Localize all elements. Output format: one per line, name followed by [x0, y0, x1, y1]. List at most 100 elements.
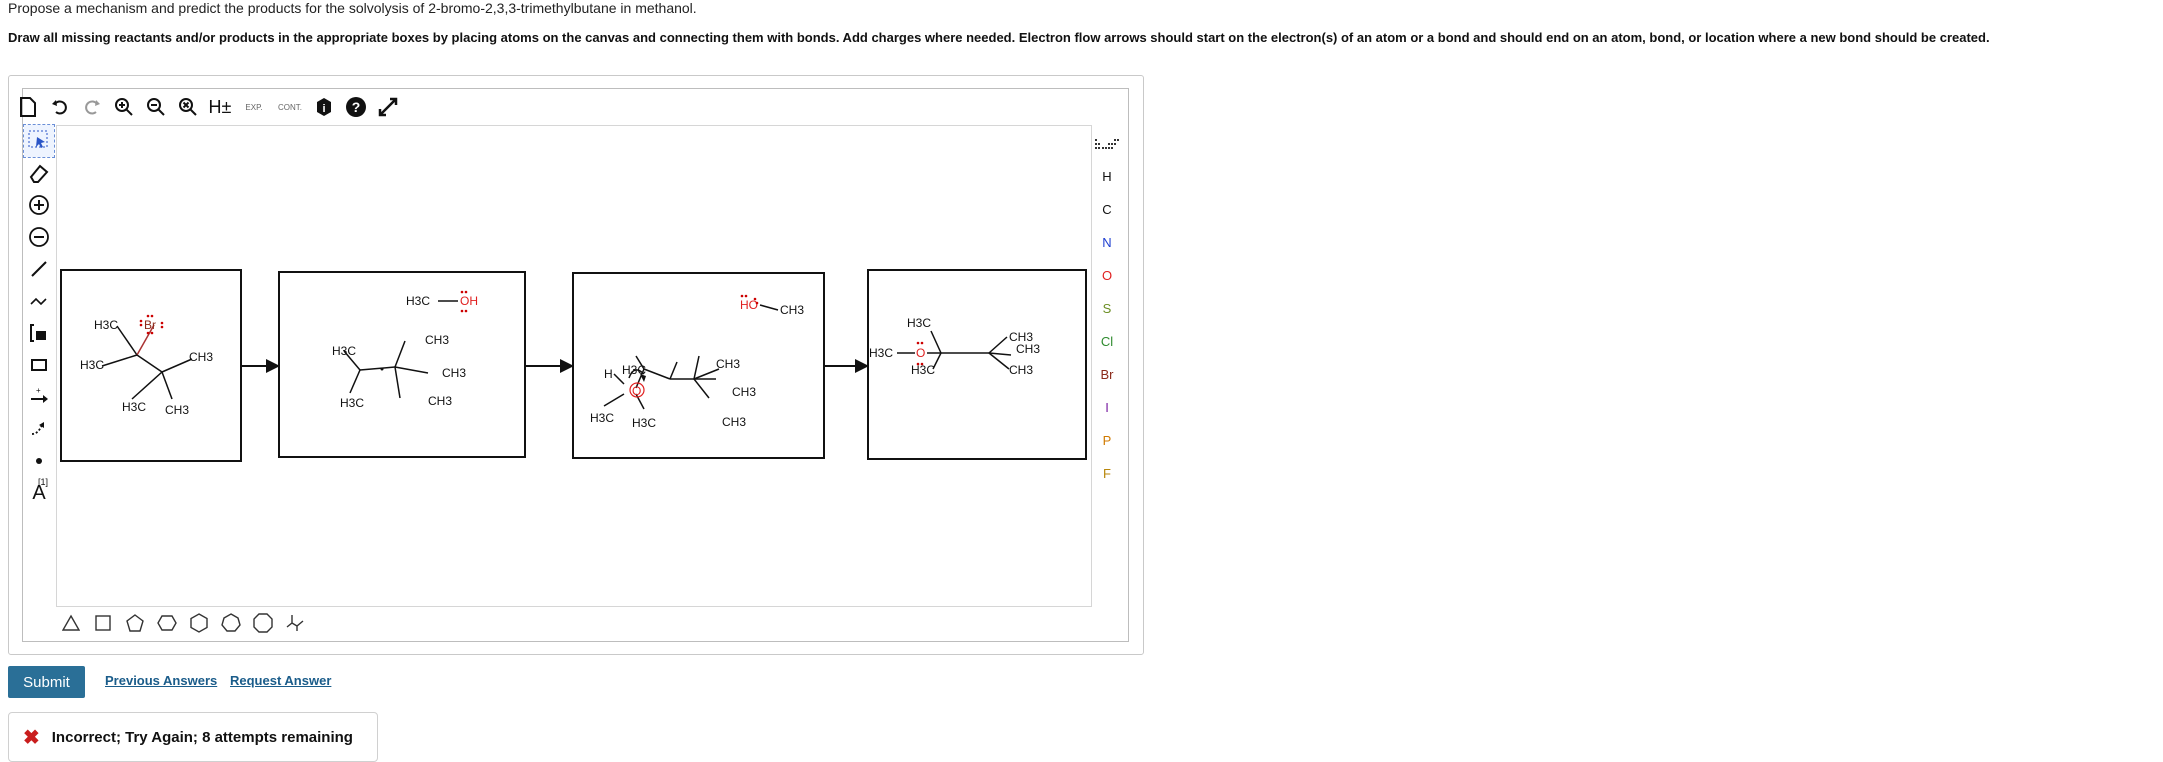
undo-icon[interactable]	[47, 94, 73, 120]
submit-button[interactable]: Submit	[8, 666, 85, 698]
atom-br[interactable]: Br	[1101, 358, 1114, 391]
label-ch3-bottom: CH3	[428, 394, 452, 408]
zoom-in-icon[interactable]	[111, 94, 137, 120]
fullscreen-icon[interactable]	[375, 94, 401, 120]
reaction-arrow-2	[526, 359, 574, 373]
molecule-2: H3C OH H3C CH3 CH3 H3C CH3	[332, 290, 478, 410]
incorrect-icon: ✖	[23, 726, 40, 749]
label-ch3-bottom: CH3	[165, 403, 189, 417]
label-ch3-b: CH3	[1016, 342, 1040, 356]
question-intro: Propose a mechanism and predict the prod…	[8, 0, 697, 16]
label-h3c-o: H3C	[869, 346, 893, 360]
label-methanol-h3c: H3C	[406, 294, 430, 308]
question-instructions: Draw all missing reactants and/or produc…	[8, 30, 1990, 45]
chain-icon[interactable]	[24, 285, 54, 317]
atom-h[interactable]: H	[1102, 160, 1111, 193]
label-o: O	[632, 384, 641, 398]
octagon-ring-icon[interactable]	[252, 612, 274, 634]
svg-text:i: i	[322, 103, 325, 115]
feedback-text: Incorrect; Try Again; 8 attempts remaini…	[51, 728, 353, 746]
svg-text:+: +	[36, 386, 41, 395]
request-answer-link[interactable]: Request Answer	[230, 673, 331, 688]
atom-f[interactable]: F	[1103, 457, 1111, 490]
left-toolbar: + A [1]	[23, 124, 55, 509]
label-h3c-bottom: H3C	[911, 363, 935, 377]
label-ch3-mid: CH3	[442, 366, 466, 380]
top-toolbar: H± EXP. CONT. i ?	[15, 92, 401, 122]
label-br: Br	[144, 318, 156, 332]
label-h3c-top: H3C	[622, 363, 646, 377]
label-ch3-bottom: CH3	[722, 415, 746, 429]
atom-o[interactable]: O	[1102, 259, 1112, 292]
label-ch3-methanol: CH3	[780, 303, 804, 317]
template-icon[interactable]	[24, 317, 54, 349]
label-h3c-left: H3C	[590, 411, 614, 425]
expand-label-icon[interactable]: EXP.	[239, 94, 269, 120]
label-ch3-bottom: CH3	[1009, 363, 1033, 377]
answer-box-3[interactable]: HO CH3 O H H3C CH3 CH3 H3C H3C CH3	[572, 272, 825, 459]
single-bond-icon[interactable]	[24, 253, 54, 285]
zoom-reset-icon[interactable]	[175, 94, 201, 120]
chair-ring-icon[interactable]	[284, 612, 306, 634]
label-ch3-right: CH3	[716, 357, 740, 371]
reaction-arrow-1	[242, 359, 280, 373]
label-methanol-oh: OH	[460, 294, 478, 308]
label-ch3-mid: CH3	[732, 385, 756, 399]
atom-i[interactable]: I	[1105, 391, 1109, 424]
help-icon[interactable]: ?	[343, 94, 369, 120]
label-h3c-low: H3C	[632, 416, 656, 430]
contract-label-icon[interactable]: CONT.	[275, 94, 305, 120]
info-icon[interactable]: i	[311, 94, 337, 120]
atom-palette: H C N O S Cl Br I P F	[1094, 127, 1120, 490]
hydrogen-toggle[interactable]: H±	[207, 94, 233, 120]
reaction-arrow-icon[interactable]: +	[24, 381, 54, 413]
rectangle-select-icon[interactable]	[24, 349, 54, 381]
eraser-icon[interactable]	[24, 157, 54, 189]
triangle-ring-icon[interactable]	[60, 612, 82, 634]
answer-box-4[interactable]: H3C H3C O CH3 CH3 H3C CH3	[867, 269, 1087, 460]
benzene-ring-icon[interactable]	[188, 612, 210, 634]
answer-box-2[interactable]: H3C OH H3C CH3 CH3 H3C CH3	[278, 271, 526, 458]
label-h3c: H3C	[332, 344, 356, 358]
svg-text:?: ?	[352, 99, 361, 115]
ring-templates	[60, 612, 306, 634]
atom-n[interactable]: N	[1102, 226, 1111, 259]
feedback-banner: ✖ Incorrect; Try Again; 8 attempts remai…	[8, 712, 378, 762]
label-h3c-bottom: H3C	[122, 400, 146, 414]
molecule-3: HO CH3 O H H3C CH3 CH3 H3C H3C CH3	[590, 294, 804, 430]
molecule-1: H3C Br H3C CH3 H3C CH3	[80, 314, 213, 417]
label-h3c-bottom: H3C	[340, 396, 364, 410]
reaction-arrow-3	[825, 359, 869, 373]
label-o: O	[916, 346, 925, 360]
label-ch3-right: CH3	[189, 350, 213, 364]
atom-cl[interactable]: Cl	[1101, 325, 1113, 358]
molecule-4: H3C H3C O CH3 CH3 H3C CH3	[869, 316, 1040, 377]
negative-charge-icon[interactable]	[24, 221, 54, 253]
radical-dot-icon[interactable]	[24, 445, 54, 477]
electron-flow-arrow-icon[interactable]	[24, 413, 54, 445]
zoom-out-icon[interactable]	[143, 94, 169, 120]
charge-label: [1]	[38, 477, 49, 487]
answer-box-1[interactable]: H3C Br H3C CH3 H3C CH3	[60, 269, 242, 462]
hexagon-ring-icon[interactable]	[156, 612, 178, 634]
drawing-canvas[interactable]: H3C Br H3C CH3 H3C CH3 H3C OH H3C CH3 CH…	[56, 125, 1092, 607]
label-h: H	[604, 367, 613, 381]
atom-p[interactable]: P	[1103, 424, 1112, 457]
new-document-icon[interactable]	[15, 94, 41, 120]
expand-label-text: EXP.	[245, 102, 263, 112]
periodic-table-icon[interactable]	[1095, 127, 1119, 160]
previous-answers-link[interactable]: Previous Answers	[105, 673, 217, 688]
positive-charge-icon[interactable]	[24, 189, 54, 221]
atom-s[interactable]: S	[1103, 292, 1112, 325]
label-h3c-top: H3C	[907, 316, 931, 330]
select-tool-icon[interactable]	[23, 124, 55, 158]
label-h3c-top: H3C	[94, 318, 118, 332]
pentagon-ring-icon[interactable]	[124, 612, 146, 634]
text-tool-icon[interactable]: A [1]	[24, 477, 54, 509]
heptagon-ring-icon[interactable]	[220, 612, 242, 634]
label-h3c-left: H3C	[80, 358, 104, 372]
square-ring-icon[interactable]	[92, 612, 114, 634]
contract-label-text: CONT.	[278, 102, 302, 112]
atom-c[interactable]: C	[1102, 193, 1111, 226]
redo-icon[interactable]	[79, 94, 105, 120]
